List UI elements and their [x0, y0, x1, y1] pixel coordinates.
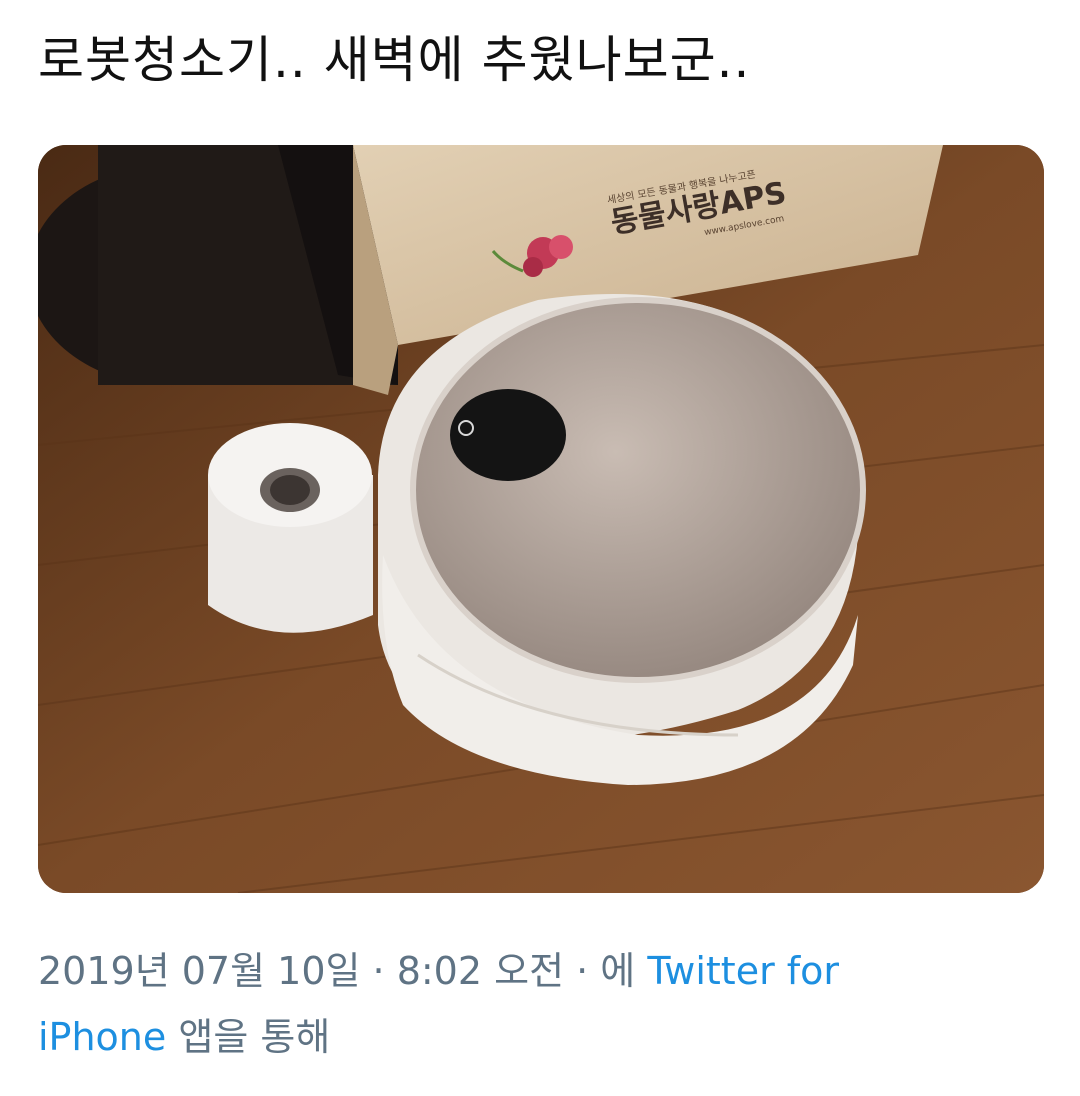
tweet-photo[interactable]: 세상의 모든 동물과 행복을 나누고픈 동물사랑APS www.apslove.… — [38, 145, 1044, 893]
meta-separator-2: · — [564, 949, 601, 993]
source-link-part2[interactable]: iPhone — [38, 1015, 166, 1059]
tweet-date[interactable]: 2019년 07월 10일 — [38, 949, 360, 993]
via-prefix: 에 — [600, 949, 648, 993]
tweet-meta: 2019년 07월 10일 · 8:02 오전 · 에 Twitter for i… — [38, 938, 1038, 1070]
source-link-part1[interactable]: Twitter for — [647, 949, 839, 993]
meta-separator: · — [360, 949, 397, 993]
tweet-text: 로봇청소기.. 새벽에 추웠나보군.. — [38, 31, 751, 89]
photo-scene: 세상의 모든 동물과 행복을 나누고픈 동물사랑APS www.apslove.… — [38, 145, 1044, 893]
via-suffix: 앱을 통해 — [166, 1015, 331, 1059]
toilet-paper-roll — [208, 423, 373, 633]
tweet-time[interactable]: 8:02 오전 — [397, 949, 564, 993]
